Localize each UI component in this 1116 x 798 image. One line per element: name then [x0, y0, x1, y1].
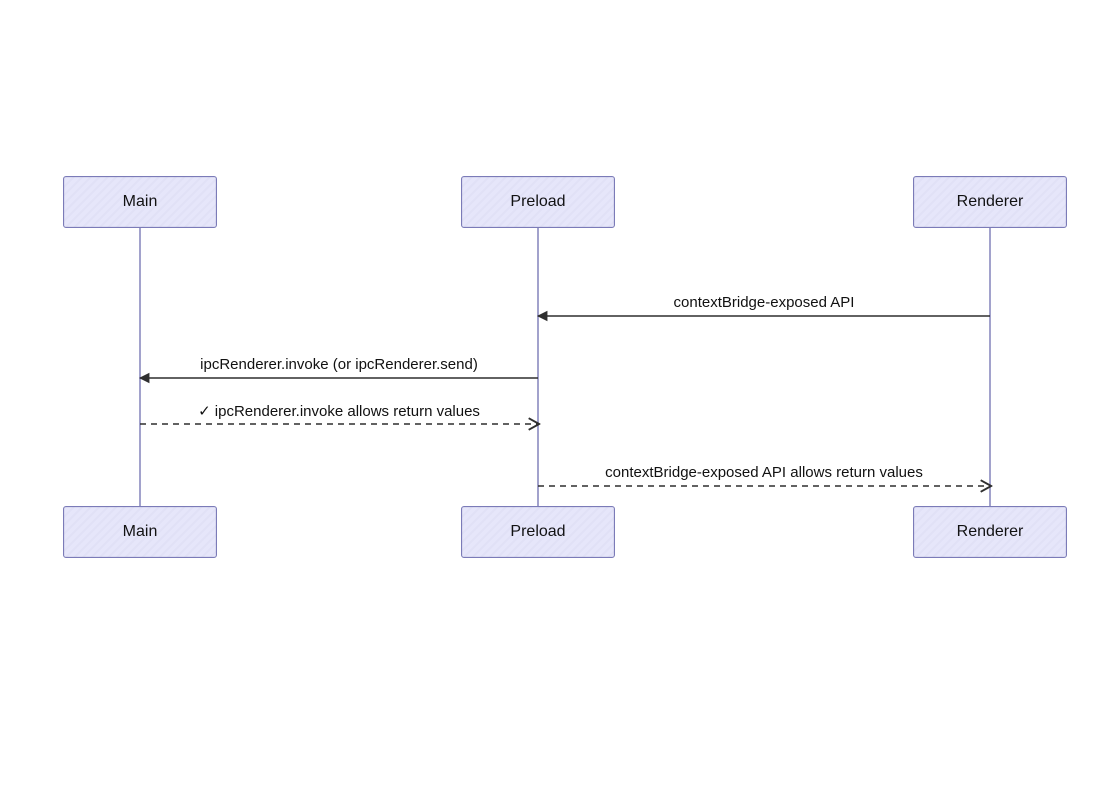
actor-label: Renderer [957, 524, 1024, 540]
sequence-diagram: Main Preload Renderer Main Preload Rende… [0, 0, 1116, 798]
msg-label-contextbridge-api: contextBridge-exposed API [674, 294, 855, 311]
actor-renderer-bottom: Renderer [913, 506, 1067, 558]
msg-label-ipc-invoke-send: ipcRenderer.invoke (or ipcRenderer.send) [200, 356, 478, 373]
msg-label-ipc-return: ✓ ipcRenderer.invoke allows return value… [198, 402, 480, 420]
msg-label-contextbridge-return: contextBridge-exposed API allows return … [605, 464, 923, 481]
actor-preload-bottom: Preload [461, 506, 615, 558]
actor-label: Preload [510, 194, 565, 210]
actor-renderer-top: Renderer [913, 176, 1067, 228]
actor-label: Preload [510, 524, 565, 540]
actor-main-top: Main [63, 176, 217, 228]
actor-preload-top: Preload [461, 176, 615, 228]
actor-label: Main [123, 524, 158, 540]
actor-label: Renderer [957, 194, 1024, 210]
diagram-svg [0, 0, 1116, 798]
actor-main-bottom: Main [63, 506, 217, 558]
actor-label: Main [123, 194, 158, 210]
